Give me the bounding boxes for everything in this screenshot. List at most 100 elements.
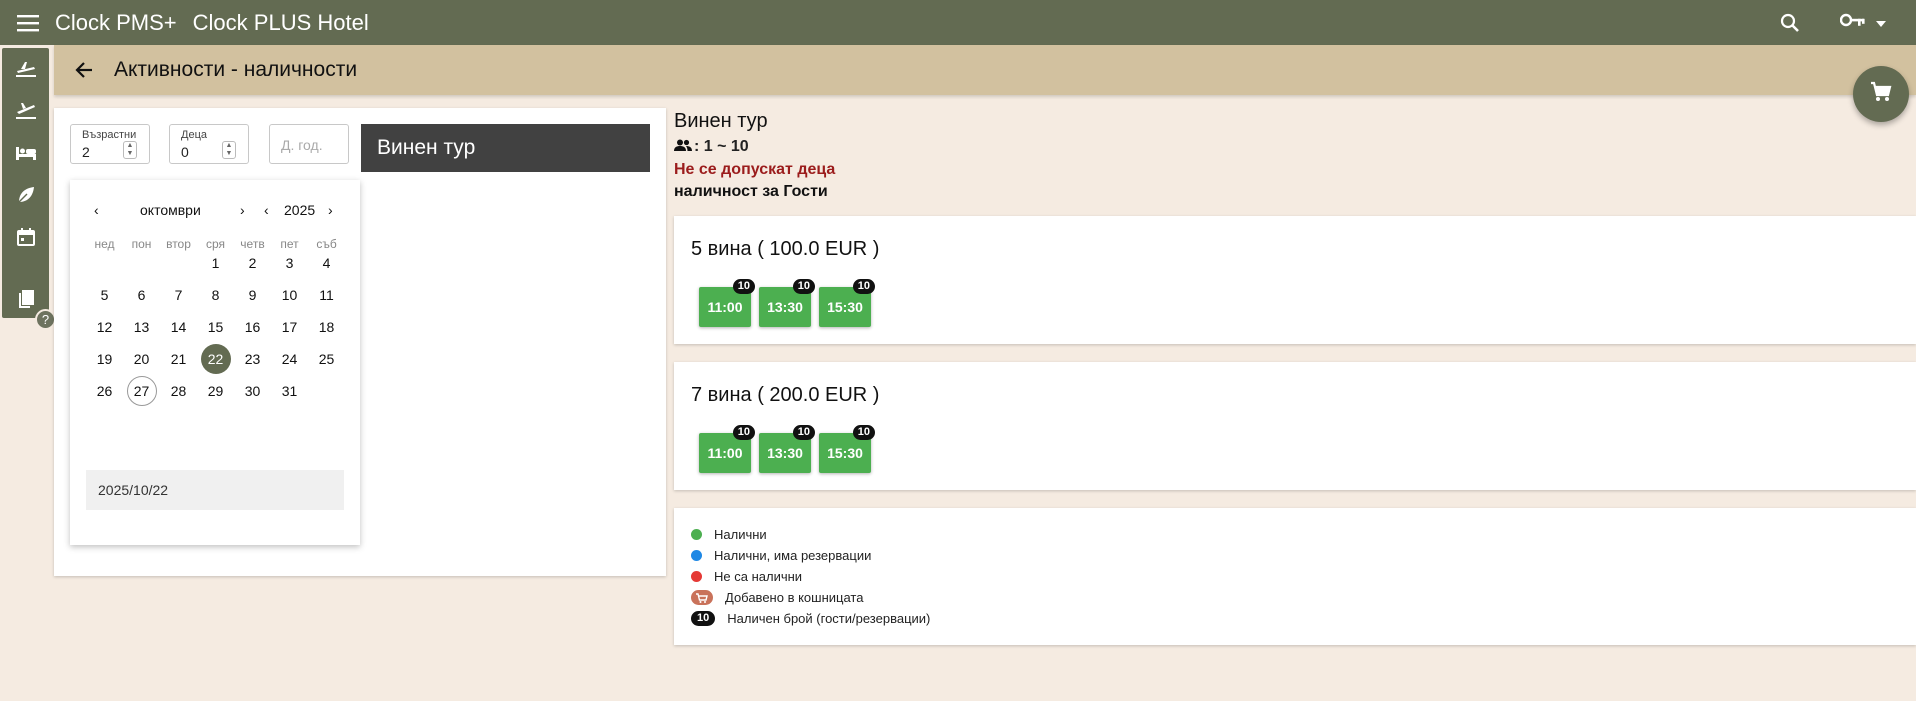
year-label[interactable]: 2025 [284,202,315,218]
calendar-day[interactable]: 21 [164,344,194,374]
calendar-day[interactable]: 17 [275,312,305,342]
weekday-label: нед [94,237,115,251]
calendar-day[interactable]: 8 [201,280,231,310]
calendar-day[interactable]: 4 [312,248,342,278]
arrivals-icon[interactable] [2,48,49,90]
calendar-day[interactable]: 5 [90,280,120,310]
stepper-arrows-icon[interactable]: ▲ ▼ [222,141,236,159]
selected-date-field[interactable]: 2025/10/22 [86,470,344,510]
children-stepper[interactable]: Деца 0 ▲ ▼ [169,124,249,164]
calendar-day[interactable]: 22 [200,344,231,374]
legend-label: Налични, има резервации [714,548,872,563]
birth-year-field[interactable]: Д. год. [269,124,349,164]
calendar-day[interactable]: 29 [201,376,231,406]
calendar-day[interactable]: 7 [164,280,194,310]
calendar-day[interactable]: 30 [238,376,268,406]
next-year-icon[interactable]: › [328,202,333,218]
calendar-day[interactable]: 13 [127,312,157,342]
slot-time: 15:30 [827,445,863,461]
page-header: Активности - наличности [54,45,1916,95]
adults-value: 2 [82,144,90,160]
date-picker: ‹ октомври › ‹ 2025 › нед пон втор сря ч… [70,180,360,545]
page-title: Активности - наличности [114,58,358,81]
slot-count-badge: 10 [792,279,815,294]
hotel-name[interactable]: Clock PLUS Hotel [193,10,369,36]
legend-available: Налични [691,527,767,542]
legend: Налични Налични, има резервации Не са на… [674,508,1916,645]
filter-card: Възрастни 2 ▲ ▼ Деца 0 ▲ ▼ Д. год. Винен т… [54,108,666,576]
slot-time: 11:00 [707,299,743,315]
calendar-day[interactable]: 27 [126,376,157,406]
bed-icon[interactable] [2,132,49,174]
calendar-day[interactable]: 11 [312,280,342,310]
time-slot-button[interactable]: 13:30 10 [759,425,815,473]
calendar-day[interactable]: 2 [238,248,268,278]
stepper-arrows-icon[interactable]: ▲ ▼ [123,141,137,159]
account-menu[interactable] [1839,13,1886,32]
legend-in-cart: Добавено в кошницата [691,590,863,605]
availability-label: наличност за Гости [674,183,828,200]
calendar-day[interactable]: 12 [90,312,120,342]
calendar-day[interactable]: 3 [275,248,305,278]
time-slot-button[interactable]: 11:00 10 [699,279,755,327]
calendar-day[interactable]: 14 [164,312,194,342]
legend-unavailable: Не са налични [691,569,802,584]
back-arrow-icon[interactable] [54,62,114,78]
tour-button[interactable]: Винен тур [361,124,650,172]
calendar-day[interactable]: 10 [275,280,305,310]
prev-year-icon[interactable]: ‹ [264,202,269,218]
weekday-label: пон [131,237,152,251]
cart-icon [1870,81,1892,108]
adults-stepper[interactable]: Възрастни 2 ▲ ▼ [70,124,150,164]
calendar-day[interactable]: 26 [90,376,120,406]
slot-count-badge: 10 [732,279,755,294]
children-value: 0 [181,144,189,160]
hamburger-menu-icon[interactable] [0,14,55,32]
slot-count-badge: 10 [792,425,815,440]
search-icon[interactable] [1770,13,1810,33]
calendar-day[interactable]: 9 [238,280,268,310]
next-month-icon[interactable]: › [240,202,245,218]
tour-info: Винен тур : 1 ~ 10 Не се допускат деца н… [674,110,835,201]
calendar-day[interactable]: 16 [238,312,268,342]
capacity-text: : 1 ~ 10 [694,138,749,155]
calendar-day[interactable]: 25 [312,344,342,374]
legend-label: Не са налични [714,569,803,584]
red-dot-icon [691,571,702,582]
slot-time: 15:30 [827,299,863,315]
slot-time: 13:30 [767,299,803,315]
month-label[interactable]: октомври [140,202,201,218]
calendar-day[interactable]: 24 [275,344,305,374]
legend-available-reserved: Налични, има резервации [691,548,871,563]
time-slot-button[interactable]: 15:30 10 [819,425,875,473]
calendar-icon[interactable] [2,216,49,258]
slot-time: 13:30 [767,445,803,461]
capacity-row: : 1 ~ 10 [674,138,835,156]
calendar-day[interactable]: 23 [238,344,268,374]
calendar-day[interactable]: 20 [127,344,157,374]
leaf-icon[interactable] [2,174,49,216]
weekday-label: втор [166,237,191,251]
calendar-day[interactable]: 18 [312,312,342,342]
tour-name: Винен тур [674,110,768,132]
prev-month-icon[interactable]: ‹ [94,202,99,218]
calendar-day[interactable]: 6 [127,280,157,310]
departures-icon[interactable] [2,90,49,132]
offer-card: 5 вина ( 100.0 EUR ) 11:00 10 13:30 10 1… [674,216,1916,344]
calendar-day[interactable]: 28 [164,376,194,406]
time-slot-button[interactable]: 15:30 10 [819,279,875,327]
time-slot-button[interactable]: 13:30 10 [759,279,815,327]
calendar-day[interactable]: 15 [201,312,231,342]
time-slot-button[interactable]: 11:00 10 [699,425,755,473]
birth-year-placeholder: Д. год. [281,137,323,153]
calendar-day[interactable]: 1 [201,248,231,278]
people-icon [674,138,692,156]
key-icon [1839,13,1866,32]
adults-label: Възрастни [82,129,137,141]
calendar-day[interactable]: 31 [275,376,305,406]
slot-count-badge: 10 [852,425,875,440]
calendar-day[interactable]: 19 [90,344,120,374]
cart-button[interactable] [1853,66,1909,122]
count-chip: 10 [691,611,716,626]
help-icon[interactable]: ? [35,309,56,330]
